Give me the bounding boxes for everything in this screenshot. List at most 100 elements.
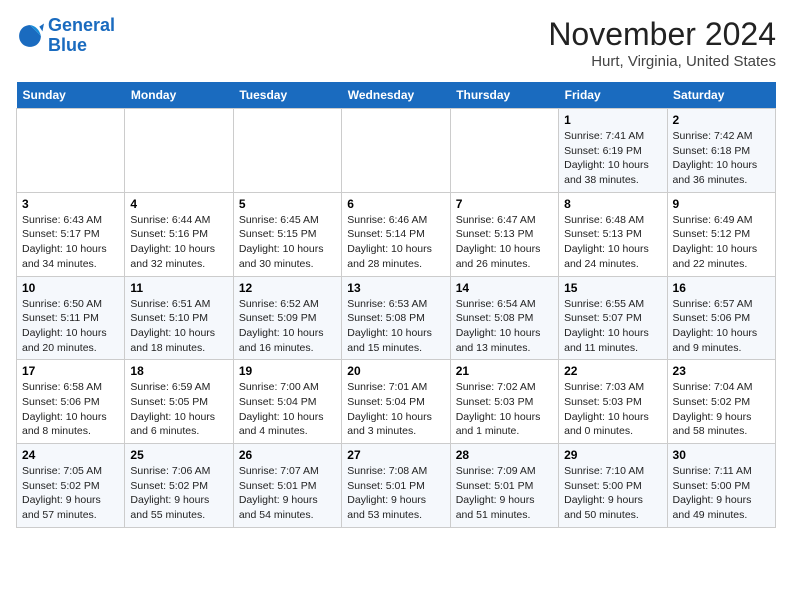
day-cell: 23 Sunrise: 7:04 AM Sunset: 5:02 PM Dayli… [667,360,775,444]
day-number: 2 [673,113,770,127]
week-row-2: 3Sunrise: 6:43 AM Sunset: 5:17 PM Daylig… [17,192,776,276]
day-number: 7 [456,197,553,211]
logo-icon [16,22,44,50]
day-info: Sunrise: 6:53 AM Sunset: 5:08 PM Dayligh… [347,297,444,356]
day-number: 23 [673,364,770,378]
day-cell: 24Sunrise: 7:05 AM Sunset: 5:02 PM Dayli… [17,444,125,528]
day-info: Sunrise: 6:49 AM Sunset: 5:12 PM Dayligh… [673,213,770,272]
header: General Blue November 2024 Hurt, Virgini… [16,16,776,70]
location-subtitle: Hurt, Virginia, United States [548,53,776,70]
day-cell: 29 Sunrise: 7:10 AM Sunset: 5:00 PM Dayli… [559,444,667,528]
day-cell: 5 Sunrise: 6:45 AM Sunset: 5:15 PM Daylig… [233,192,341,276]
day-cell: 27 Sunrise: 7:08 AM Sunset: 5:01 PM Dayli… [342,444,450,528]
day-number: 5 [239,197,336,211]
day-number: 27 [347,448,444,462]
day-info: Sunrise: 6:47 AM Sunset: 5:13 PM Dayligh… [456,213,553,272]
day-info: Sunrise: 6:45 AM Sunset: 5:15 PM Dayligh… [239,213,336,272]
day-number: 17 [22,364,119,378]
day-number: 22 [564,364,661,378]
day-number: 21 [456,364,553,378]
week-row-3: 10 Sunrise: 6:50 AM Sunset: 5:11 PM Dayli… [17,276,776,360]
day-number: 14 [456,281,553,295]
day-number: 18 [130,364,227,378]
week-row-1: 1 Sunrise: 7:41 AM Sunset: 6:19 PM Daylig… [17,109,776,193]
day-info: Sunrise: 6:58 AM Sunset: 5:06 PM Dayligh… [22,380,119,439]
day-info: Sunrise: 7:01 AM Sunset: 5:04 PM Dayligh… [347,380,444,439]
day-info: Sunrise: 7:09 AM Sunset: 5:01 PM Dayligh… [456,464,553,523]
day-cell: 15Sunrise: 6:55 AM Sunset: 5:07 PM Dayli… [559,276,667,360]
day-cell: 2 Sunrise: 7:42 AM Sunset: 6:18 PM Daylig… [667,109,775,193]
day-number: 1 [564,113,661,127]
day-cell: 18 Sunrise: 6:59 AM Sunset: 5:05 PM Dayli… [125,360,233,444]
day-info: Sunrise: 6:57 AM Sunset: 5:06 PM Dayligh… [673,297,770,356]
day-info: Sunrise: 6:48 AM Sunset: 5:13 PM Dayligh… [564,213,661,272]
header-row: SundayMondayTuesdayWednesdayThursdayFrid… [17,82,776,109]
day-cell: 28 Sunrise: 7:09 AM Sunset: 5:01 PM Dayli… [450,444,558,528]
day-cell: 4 Sunrise: 6:44 AM Sunset: 5:16 PM Daylig… [125,192,233,276]
day-cell: 11 Sunrise: 6:51 AM Sunset: 5:10 PM Dayli… [125,276,233,360]
day-number: 8 [564,197,661,211]
week-row-5: 24Sunrise: 7:05 AM Sunset: 5:02 PM Dayli… [17,444,776,528]
week-row-4: 17 Sunrise: 6:58 AM Sunset: 5:06 PM Dayli… [17,360,776,444]
day-cell [125,109,233,193]
calendar-body: 1 Sunrise: 7:41 AM Sunset: 6:19 PM Daylig… [17,109,776,528]
day-info: Sunrise: 6:52 AM Sunset: 5:09 PM Dayligh… [239,297,336,356]
day-cell: 1 Sunrise: 7:41 AM Sunset: 6:19 PM Daylig… [559,109,667,193]
day-info: Sunrise: 6:51 AM Sunset: 5:10 PM Dayligh… [130,297,227,356]
day-cell [450,109,558,193]
day-number: 6 [347,197,444,211]
day-info: Sunrise: 7:00 AM Sunset: 5:04 PM Dayligh… [239,380,336,439]
day-number: 13 [347,281,444,295]
day-cell [17,109,125,193]
month-year-title: November 2024 [548,16,776,53]
day-info: Sunrise: 6:50 AM Sunset: 5:11 PM Dayligh… [22,297,119,356]
day-info: Sunrise: 7:10 AM Sunset: 5:00 PM Dayligh… [564,464,661,523]
day-info: Sunrise: 7:04 AM Sunset: 5:02 PM Dayligh… [673,380,770,439]
day-number: 30 [673,448,770,462]
logo: General Blue [16,16,115,56]
day-number: 11 [130,281,227,295]
logo-text: General Blue [48,16,115,56]
calendar-header: SundayMondayTuesdayWednesdayThursdayFrid… [17,82,776,109]
day-cell: 13 Sunrise: 6:53 AM Sunset: 5:08 PM Dayli… [342,276,450,360]
day-info: Sunrise: 6:55 AM Sunset: 5:07 PM Dayligh… [564,297,661,356]
day-info: Sunrise: 7:02 AM Sunset: 5:03 PM Dayligh… [456,380,553,439]
day-cell [233,109,341,193]
day-number: 29 [564,448,661,462]
day-cell: 6Sunrise: 6:46 AM Sunset: 5:14 PM Daylig… [342,192,450,276]
day-info: Sunrise: 7:41 AM Sunset: 6:19 PM Dayligh… [564,129,661,188]
logo-blue: Blue [48,35,87,55]
day-cell [342,109,450,193]
day-cell: 8 Sunrise: 6:48 AM Sunset: 5:13 PM Daylig… [559,192,667,276]
header-cell-monday: Monday [125,82,233,109]
day-number: 25 [130,448,227,462]
day-number: 3 [22,197,119,211]
day-cell: 20 Sunrise: 7:01 AM Sunset: 5:04 PM Dayli… [342,360,450,444]
day-cell: 19 Sunrise: 7:00 AM Sunset: 5:04 PM Dayli… [233,360,341,444]
header-cell-tuesday: Tuesday [233,82,341,109]
day-cell: 7 Sunrise: 6:47 AM Sunset: 5:13 PM Daylig… [450,192,558,276]
day-number: 20 [347,364,444,378]
day-number: 12 [239,281,336,295]
day-number: 10 [22,281,119,295]
day-cell: 14Sunrise: 6:54 AM Sunset: 5:08 PM Dayli… [450,276,558,360]
day-cell: 21 Sunrise: 7:02 AM Sunset: 5:03 PM Dayli… [450,360,558,444]
day-number: 9 [673,197,770,211]
day-info: Sunrise: 6:59 AM Sunset: 5:05 PM Dayligh… [130,380,227,439]
day-info: Sunrise: 6:44 AM Sunset: 5:16 PM Dayligh… [130,213,227,272]
day-info: Sunrise: 7:42 AM Sunset: 6:18 PM Dayligh… [673,129,770,188]
day-number: 26 [239,448,336,462]
day-number: 19 [239,364,336,378]
day-number: 28 [456,448,553,462]
header-cell-saturday: Saturday [667,82,775,109]
day-info: Sunrise: 7:08 AM Sunset: 5:01 PM Dayligh… [347,464,444,523]
day-info: Sunrise: 7:06 AM Sunset: 5:02 PM Dayligh… [130,464,227,523]
calendar-table: SundayMondayTuesdayWednesdayThursdayFrid… [16,82,776,528]
day-cell: 17 Sunrise: 6:58 AM Sunset: 5:06 PM Dayli… [17,360,125,444]
header-cell-sunday: Sunday [17,82,125,109]
day-number: 24 [22,448,119,462]
day-number: 16 [673,281,770,295]
day-cell: 3Sunrise: 6:43 AM Sunset: 5:17 PM Daylig… [17,192,125,276]
day-number: 4 [130,197,227,211]
day-cell: 26Sunrise: 7:07 AM Sunset: 5:01 PM Dayli… [233,444,341,528]
